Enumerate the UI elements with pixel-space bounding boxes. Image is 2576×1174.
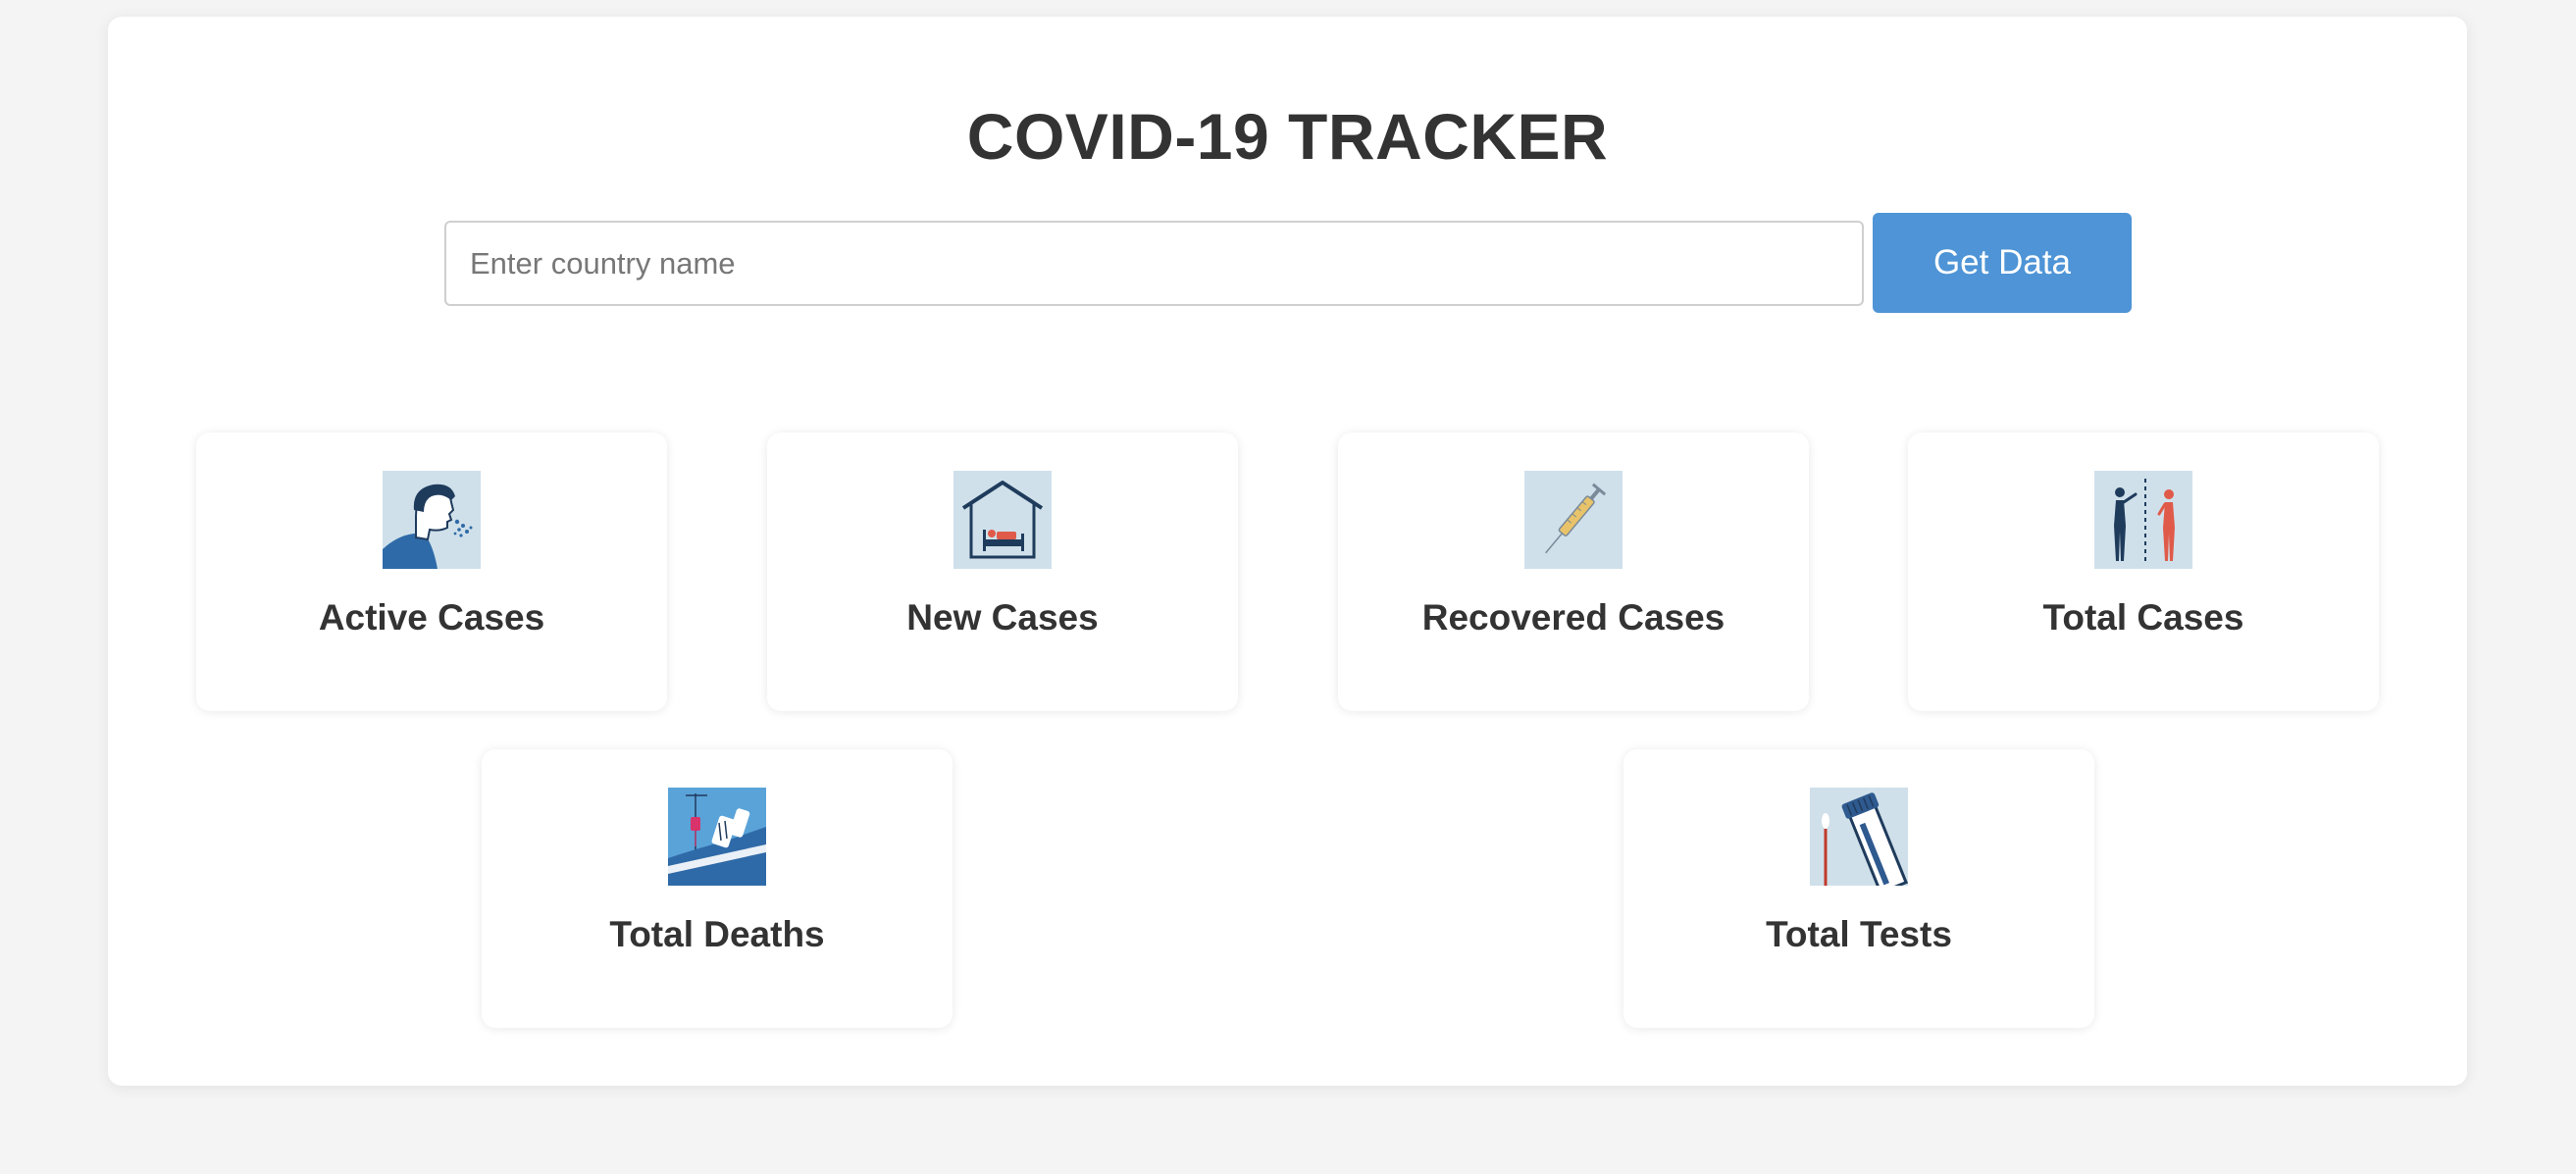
card-label: Active Cases [318,597,545,638]
search-bar: Get Data [444,213,2132,313]
house-bed-icon [953,471,1052,569]
card-label: New Cases [906,597,1099,638]
active-cases-card[interactable]: Active Cases [196,433,667,711]
total-tests-card[interactable]: Total Tests [1623,749,2094,1028]
card-label: Total Cases [2042,597,2244,638]
total-deaths-card[interactable]: Total Deaths [482,749,953,1028]
test-tube-swab-icon [1810,788,1908,886]
distancing-people-icon [2094,471,2192,569]
coughing-person-icon [383,471,481,569]
tracker-panel: COVID-19 TRACKER Get Data Active Cases [108,17,2467,1086]
total-cases-card[interactable]: Total Cases [1908,433,2379,711]
syringe-icon [1524,471,1623,569]
recovered-cases-card[interactable]: Recovered Cases [1338,433,1809,711]
page-title: COVID-19 TRACKER [966,100,1609,173]
card-label: Recovered Cases [1421,597,1726,638]
country-search-input[interactable] [444,221,1864,306]
card-label: Total Deaths [609,914,825,954]
new-cases-card[interactable]: New Cases [767,433,1238,711]
card-label: Total Tests [1766,914,1952,954]
get-data-button[interactable]: Get Data [1873,213,2132,313]
hospital-bed-icon [668,788,766,886]
